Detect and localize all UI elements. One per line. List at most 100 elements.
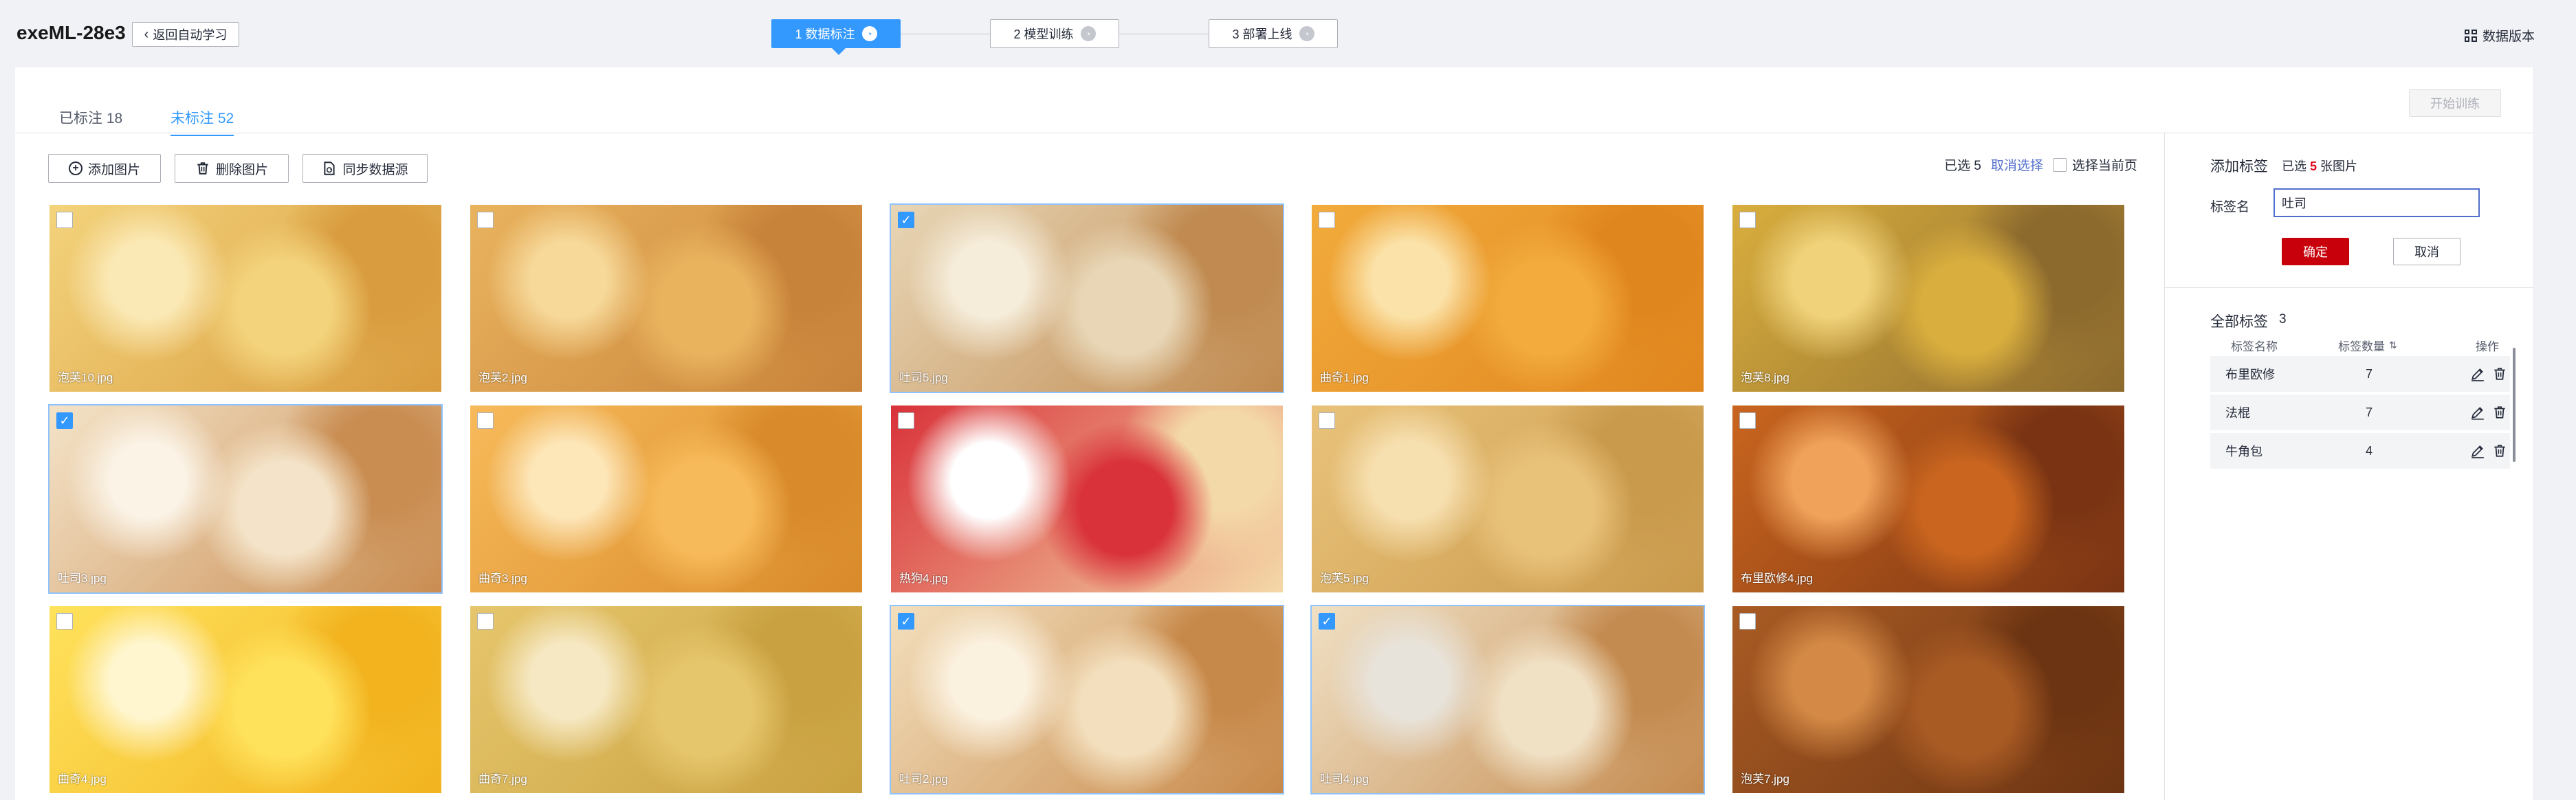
image-tile[interactable]: 泡芙8.jpg bbox=[1731, 203, 2126, 393]
image-filename: 热狗4.jpg bbox=[899, 572, 948, 585]
image-checkbox[interactable]: ✓ bbox=[1319, 613, 1335, 630]
image-checkbox[interactable] bbox=[898, 412, 914, 429]
image-tile[interactable]: 布里欧修4.jpg bbox=[1731, 404, 2126, 594]
scrollbar[interactable] bbox=[2513, 348, 2516, 462]
add-image-button[interactable]: + 添加图片 bbox=[48, 154, 161, 183]
sync-data-source-label: 同步数据源 bbox=[342, 162, 408, 177]
step-model-training[interactable]: 2 模型训练 ◔ bbox=[990, 19, 1119, 48]
image-thumbnail bbox=[891, 405, 1283, 592]
image-filename: 曲奇7.jpg bbox=[478, 773, 527, 786]
back-to-automl-button[interactable]: ‹ 返回自动学习 bbox=[132, 22, 239, 47]
image-checkbox[interactable] bbox=[1739, 613, 1756, 630]
trash-icon[interactable] bbox=[2492, 405, 2507, 420]
image-checkbox[interactable] bbox=[477, 212, 494, 228]
image-thumbnail bbox=[1312, 606, 1704, 793]
divider bbox=[2165, 287, 2533, 288]
label-count: 4 bbox=[2366, 443, 2373, 458]
label-row: 布里欧修 7 bbox=[2210, 356, 2510, 392]
image-filename: 曲奇3.jpg bbox=[478, 572, 527, 585]
image-thumbnail bbox=[1732, 405, 2124, 592]
start-training-button[interactable]: 开始训练 bbox=[2409, 89, 2501, 117]
label-count: 7 bbox=[2366, 366, 2373, 381]
sync-icon bbox=[324, 162, 335, 175]
image-thumbnail bbox=[470, 205, 862, 392]
image-checkbox[interactable] bbox=[1319, 212, 1335, 228]
cancel-button[interactable]: 取消 bbox=[2393, 238, 2461, 265]
label-name-input[interactable] bbox=[2274, 188, 2480, 217]
top-bar: exeML-28e3 ‹ 返回自动学习 1 数据标注 ◔ 2 模型训练 ◔ 3 … bbox=[0, 0, 2576, 67]
label-row: 牛角包 4 bbox=[2210, 433, 2510, 469]
edit-icon[interactable] bbox=[2470, 443, 2485, 458]
image-checkbox[interactable] bbox=[56, 212, 73, 228]
image-thumbnail bbox=[891, 606, 1283, 793]
delete-image-button[interactable]: 删除图片 bbox=[175, 154, 289, 183]
image-tile[interactable]: ✓ 吐司3.jpg bbox=[48, 404, 443, 594]
selected-count-text: 已选 5 bbox=[1944, 159, 1981, 173]
image-filename: 泡芙7.jpg bbox=[1741, 773, 1790, 786]
image-checkbox[interactable] bbox=[477, 613, 494, 630]
trash-icon[interactable] bbox=[2492, 366, 2507, 381]
all-labels-title: 全部标签 bbox=[2210, 314, 2268, 330]
image-checkbox[interactable] bbox=[1739, 212, 1756, 228]
image-tile[interactable]: 曲奇1.jpg bbox=[1310, 203, 1705, 393]
image-checkbox[interactable]: ✓ bbox=[898, 613, 914, 630]
image-filename: 泡芙2.jpg bbox=[478, 371, 527, 384]
image-tile[interactable]: 泡芙2.jpg bbox=[469, 203, 863, 393]
image-tile[interactable]: ✓ 吐司5.jpg bbox=[890, 203, 1284, 393]
add-label-title: 添加标签 bbox=[2210, 159, 2268, 175]
main-panel: 已标注 18 未标注 52 开始训练 + 添加图片 删除图片 同步数据源 已选 … bbox=[15, 67, 2533, 800]
image-tile[interactable]: ✓ 吐司2.jpg bbox=[890, 605, 1284, 795]
image-tile[interactable]: 热狗4.jpg bbox=[890, 404, 1284, 594]
label-name: 布里欧修 bbox=[2225, 368, 2275, 381]
image-checkbox[interactable]: ✓ bbox=[56, 412, 73, 429]
image-checkbox[interactable] bbox=[1739, 412, 1756, 429]
image-tile[interactable]: 曲奇7.jpg bbox=[469, 605, 863, 795]
image-thumbnail bbox=[1312, 405, 1704, 592]
label-name-field-label: 标签名 bbox=[2210, 200, 2250, 214]
tab-unlabeled[interactable]: 未标注 52 bbox=[170, 107, 234, 136]
select-current-page[interactable]: 选择当前页 bbox=[2052, 155, 2137, 174]
image-tile[interactable]: 泡芙5.jpg bbox=[1310, 404, 1705, 594]
col-label-count[interactable]: 标签数量 ⇅ bbox=[2338, 337, 2434, 354]
confirm-button[interactable]: 确定 bbox=[2282, 238, 2349, 265]
image-filename: 曲奇1.jpg bbox=[1320, 371, 1369, 384]
label-row: 法棍 7 bbox=[2210, 395, 2510, 430]
trash-icon bbox=[197, 162, 208, 175]
image-tile[interactable]: 泡芙7.jpg bbox=[1731, 605, 2126, 795]
image-thumbnail bbox=[470, 606, 862, 793]
label-panel: 添加标签 已选 5 张图片 标签名 确定 取消 全部标签 3 标签名称 标签数量… bbox=[2164, 133, 2533, 800]
edit-icon[interactable] bbox=[2470, 366, 2485, 381]
col-actions: 操作 bbox=[2476, 340, 2499, 353]
selected-prefix: 已选 bbox=[2282, 159, 2307, 173]
sync-data-source-button[interactable]: 同步数据源 bbox=[302, 154, 428, 183]
data-version-link[interactable]: 数据版本 bbox=[2464, 26, 2535, 45]
image-tile[interactable]: 曲奇4.jpg bbox=[48, 605, 443, 795]
image-checkbox[interactable] bbox=[477, 412, 494, 429]
image-tile[interactable]: ✓ 吐司4.jpg bbox=[1310, 605, 1705, 795]
step-pointer bbox=[832, 48, 846, 55]
image-tile[interactable]: 曲奇3.jpg bbox=[469, 404, 863, 594]
grid-icon bbox=[2464, 29, 2477, 42]
image-filename: 吐司3.jpg bbox=[58, 572, 107, 585]
step-data-labeling[interactable]: 1 数据标注 ◔ bbox=[771, 19, 901, 55]
edit-icon[interactable] bbox=[2470, 405, 2485, 420]
back-button-label: 返回自动学习 bbox=[153, 28, 228, 42]
label-actions bbox=[2434, 366, 2510, 381]
image-thumbnail bbox=[1312, 205, 1704, 392]
label-name: 法棍 bbox=[2225, 406, 2250, 420]
image-checkbox[interactable] bbox=[1319, 412, 1335, 429]
step-label: 3 部署上线 bbox=[1232, 27, 1292, 41]
step-deploy[interactable]: 3 部署上线 ◔ bbox=[1209, 19, 1338, 48]
label-actions bbox=[2434, 405, 2510, 420]
app-title: exeML-28e3 bbox=[16, 22, 126, 43]
image-checkbox[interactable] bbox=[56, 613, 73, 630]
select-page-checkbox[interactable] bbox=[2052, 157, 2067, 172]
image-checkbox[interactable]: ✓ bbox=[898, 212, 914, 228]
image-thumbnail bbox=[1732, 205, 2124, 392]
image-filename: 泡芙10.jpg bbox=[58, 371, 113, 384]
sort-icon[interactable]: ⇅ bbox=[2389, 340, 2397, 351]
tab-labeled[interactable]: 已标注 18 bbox=[59, 107, 122, 135]
image-tile[interactable]: 泡芙10.jpg bbox=[48, 203, 443, 393]
trash-icon[interactable] bbox=[2492, 443, 2507, 458]
cancel-selection-link[interactable]: 取消选择 bbox=[1991, 155, 2043, 174]
